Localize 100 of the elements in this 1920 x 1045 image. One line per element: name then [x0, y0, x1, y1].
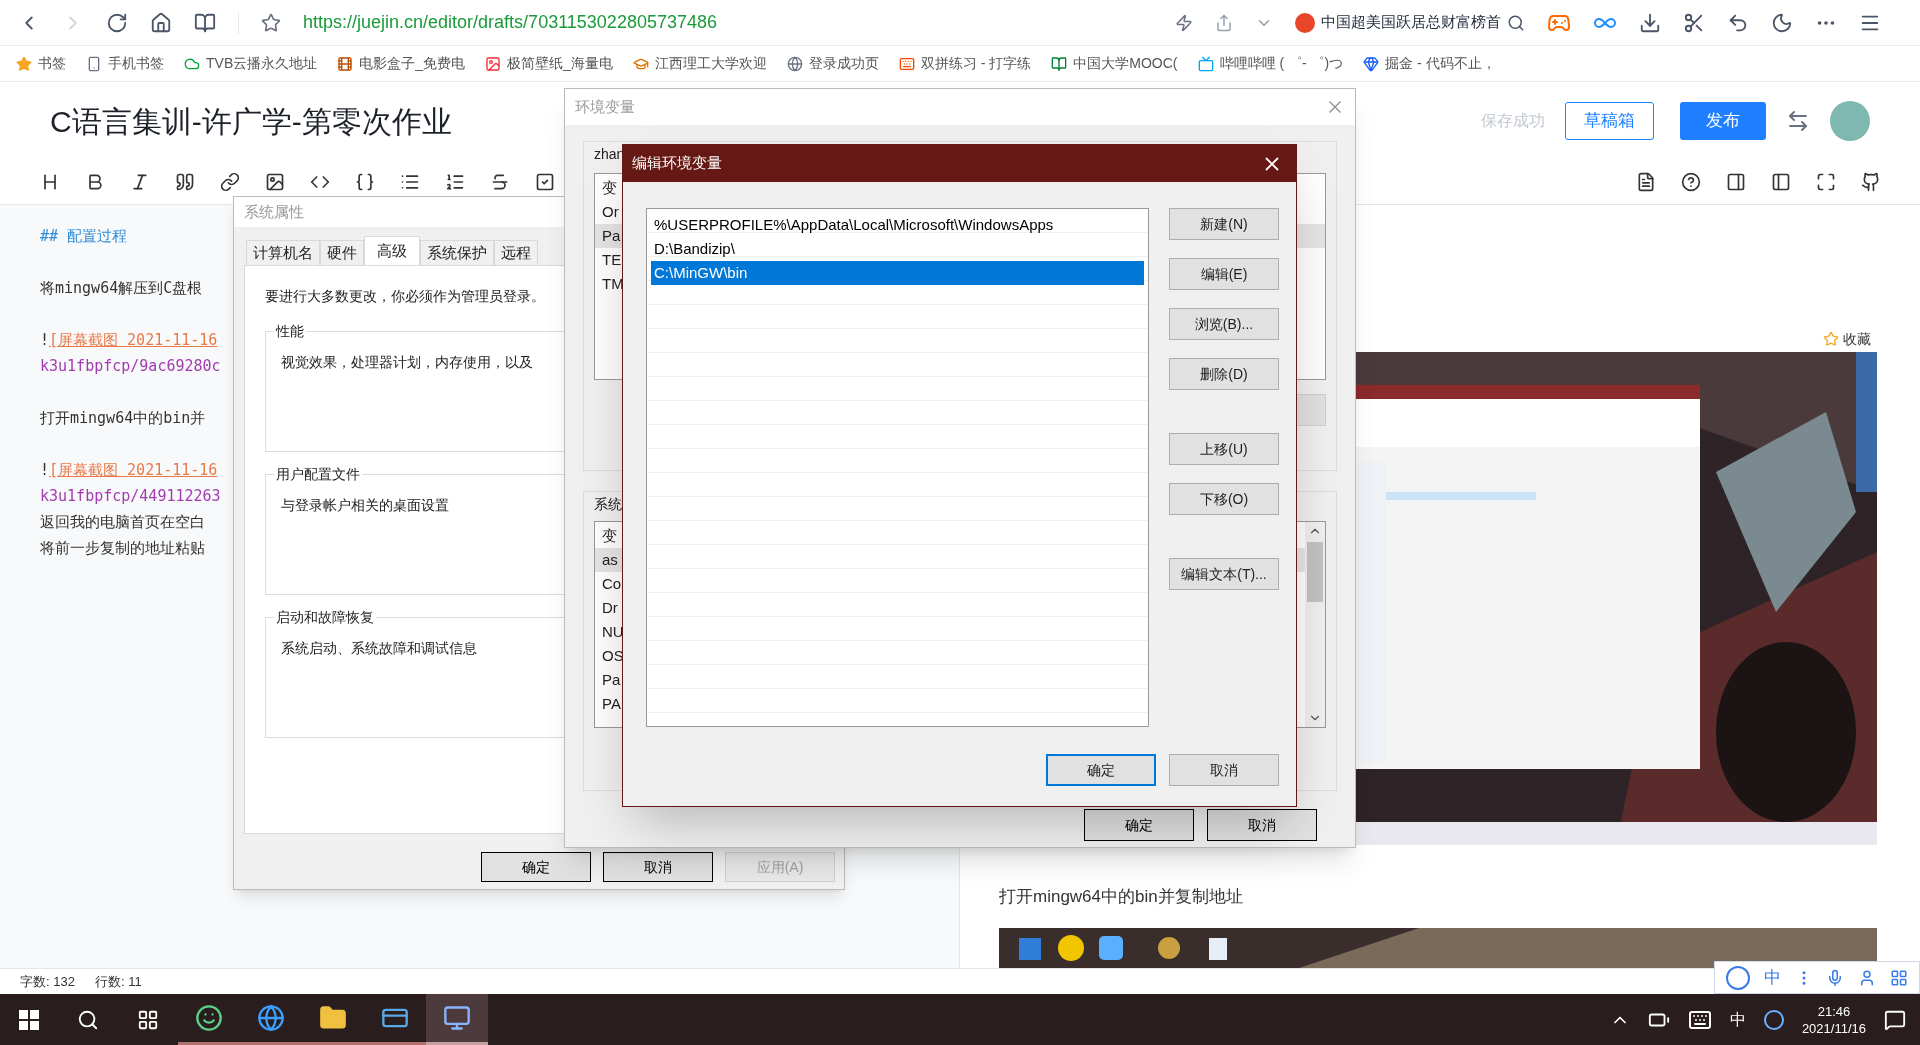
dialog-title: 编辑环境变量	[632, 153, 722, 174]
star-icon[interactable]	[1823, 331, 1839, 347]
dialog-button[interactable]: 下移(O)	[1169, 483, 1279, 515]
dialog-button[interactable]: 浏览(B)...	[1169, 308, 1279, 340]
preview-paragraph: 打开mingw64中的bin并复制地址	[999, 886, 1244, 908]
tab[interactable]: 硬件	[320, 240, 364, 265]
search-engine-icon[interactable]	[1295, 12, 1315, 33]
search-icon[interactable]	[1507, 13, 1525, 32]
article-title[interactable]: C语言集训-许广学-第零次作业	[50, 98, 452, 144]
tab[interactable]: 高级	[364, 236, 420, 265]
scrollbar-thumb[interactable]	[1307, 542, 1323, 602]
word-count: 字数: 132	[20, 972, 75, 991]
ime-mode[interactable]: 中	[1763, 964, 1781, 991]
reader-icon[interactable]	[194, 11, 216, 34]
bookmark-star-icon[interactable]	[261, 12, 281, 33]
dialog-button[interactable]: 新建(N)	[1169, 208, 1279, 240]
ifly-icon[interactable]	[1725, 965, 1750, 990]
link-icon[interactable]	[219, 172, 240, 192]
help-icon[interactable]	[1680, 172, 1701, 192]
dialog-button[interactable]: 删除(D)	[1169, 358, 1279, 390]
taskbar-app[interactable]	[426, 994, 488, 1045]
bookmark-link[interactable]: 中国大学MOOC(	[1051, 53, 1178, 74]
scissors-icon[interactable]	[1683, 11, 1705, 34]
book-icon[interactable]	[1051, 55, 1068, 72]
lightning-icon[interactable]	[1175, 13, 1193, 32]
folder-icon[interactable]	[319, 1004, 347, 1032]
publish-button[interactable]: 发布	[1680, 102, 1766, 140]
group-description: 与登录帐户相关的桌面设置	[281, 496, 449, 515]
checkbox-icon[interactable]	[534, 172, 555, 192]
phone-icon[interactable]	[86, 55, 102, 72]
windows-icon[interactable]	[19, 1009, 39, 1030]
bookmark-link[interactable]: 手机书签	[86, 53, 164, 74]
share-icon[interactable]	[1215, 13, 1233, 32]
tv-icon[interactable]	[1197, 55, 1214, 72]
moon-icon[interactable]	[1771, 11, 1793, 34]
monitor-icon[interactable]	[443, 1004, 471, 1032]
download-icon[interactable]	[1639, 11, 1661, 34]
bookmark-link[interactable]: 哔哩哔哩 ( ゜- ゜)つ	[1197, 53, 1344, 74]
address-field[interactable]: https://juejin.cn/editor/drafts/7031153022805737486	[303, 9, 1153, 36]
tab[interactable]: 远程	[494, 240, 538, 265]
scrollbar[interactable]	[1305, 522, 1325, 727]
image-icon[interactable]	[264, 172, 285, 192]
group-description: 系统启动、系统故障和调试信息	[281, 639, 477, 658]
exclamation-mark: !	[40, 330, 50, 351]
bookmark-link[interactable]: 双拼练习 - 打字练	[898, 53, 1032, 74]
bookmark-link[interactable]: 登录成功页	[786, 53, 879, 74]
bookmark-link[interactable]: TVB云播永久地址	[184, 53, 318, 74]
window-title: 环境变量	[575, 96, 635, 117]
dialog-button[interactable]: 取消	[1207, 809, 1317, 841]
panel-icon[interactable]	[1770, 172, 1791, 192]
dialog-button[interactable]: 取消	[1169, 754, 1279, 786]
ime-icon[interactable]	[1763, 1009, 1784, 1030]
numbered-list-icon[interactable]	[444, 172, 465, 192]
task-view-icon[interactable]	[137, 1008, 159, 1031]
bookmark-link[interactable]: 电影盒子_免费电	[337, 53, 466, 74]
text-line: 返回我的电脑首页在空白	[40, 512, 205, 533]
dialog-button[interactable]: 取消	[603, 852, 713, 882]
notification-icon[interactable]	[1884, 1008, 1906, 1031]
search-field[interactable]: 中国超美国跃居总财富榜首	[1295, 11, 1525, 34]
clock-date[interactable]: 2021/11/16	[1801, 1019, 1866, 1037]
bullet-list-icon[interactable]	[399, 172, 420, 192]
path-entry[interactable]: C:\MinGW\bin	[651, 261, 1144, 285]
tab[interactable]: 计算机名	[246, 240, 320, 265]
bookmark-link[interactable]: 江西理工大学欢迎	[632, 53, 767, 74]
path-entry[interactable]: %USERPROFILE%\AppData\Local\Microsoft\WindowsApps	[651, 213, 1144, 237]
smiley-icon[interactable]	[195, 1004, 223, 1032]
reload-icon[interactable]	[106, 11, 128, 34]
dialog-button[interactable]: 确定	[1084, 809, 1194, 841]
line-count: 行数: 11	[94, 972, 142, 991]
dialog-button[interactable]: 编辑文本(T)...	[1169, 558, 1279, 590]
home-icon[interactable]	[150, 11, 172, 34]
group-title: 启动和故障恢复	[274, 608, 376, 626]
search-icon[interactable]	[77, 1008, 99, 1031]
gem-icon[interactable]	[1363, 55, 1380, 72]
braces-icon[interactable]	[354, 172, 375, 192]
github-icon[interactable]	[1860, 172, 1881, 192]
clock-time[interactable]: 21:46	[1817, 1002, 1851, 1020]
dialog-button[interactable]: 确定	[1046, 754, 1156, 786]
fullscreen-icon[interactable]	[1815, 172, 1836, 192]
drafts-button[interactable]: 草稿箱	[1565, 102, 1654, 140]
dialog-button[interactable]: 上移(U)	[1169, 433, 1279, 465]
film-icon[interactable]	[337, 55, 354, 72]
globe-icon[interactable]	[786, 55, 803, 72]
group-description: 视觉效果，处理器计划，内存使用，以及	[281, 353, 533, 372]
text-line: 将mingw64解压到C盘根	[40, 278, 203, 299]
bookmark-link[interactable]: 极简壁纸_海量电	[485, 53, 613, 74]
tab[interactable]: 系统保护	[420, 240, 494, 265]
panel-icon[interactable]	[1725, 172, 1746, 192]
dialog-button[interactable]: 编辑(E)	[1169, 258, 1279, 290]
star-icon[interactable]	[16, 55, 32, 72]
switch-icon[interactable]	[1786, 109, 1810, 133]
window-title: 系统属性	[244, 201, 304, 222]
input-mode[interactable]: 中	[1729, 1007, 1746, 1032]
globe-icon[interactable]	[257, 1004, 285, 1032]
path-entry[interactable]: D:\Bandizip\	[651, 237, 1144, 261]
dialog-button[interactable]: 确定	[481, 852, 591, 882]
bookmark-link[interactable]: 书签	[16, 53, 66, 74]
quote-icon[interactable]	[174, 172, 195, 192]
bookmark-link[interactable]: 掘金 - 代码不止，	[1363, 53, 1496, 74]
grid-icon[interactable]	[1890, 968, 1909, 987]
